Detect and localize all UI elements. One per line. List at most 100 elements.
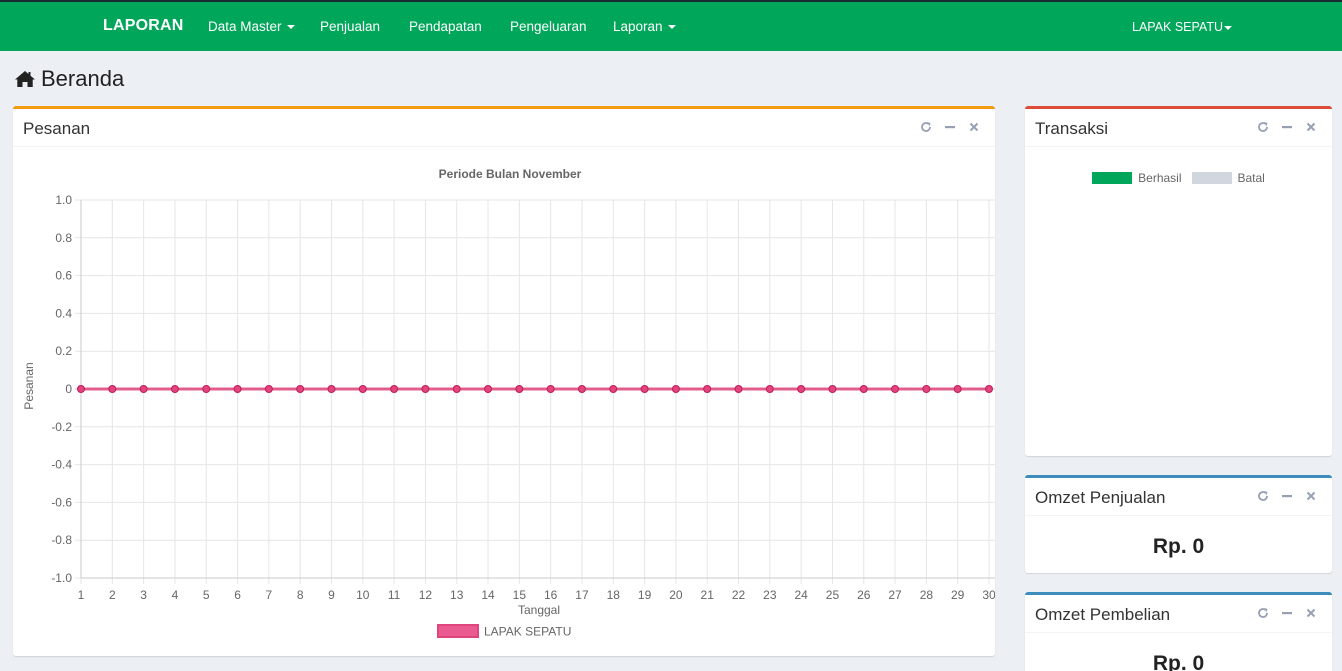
data-point (515, 385, 524, 393)
data-point (765, 385, 774, 393)
pesanan-box-tools (919, 120, 981, 134)
data-point (452, 385, 461, 393)
data-point (358, 385, 367, 393)
brand-logo[interactable]: LAPORAN (103, 17, 184, 35)
legend-item-batal[interactable]: Batal (1191, 171, 1265, 185)
chart-legend: LAPAK SEPATU (437, 624, 571, 639)
nav-laporan[interactable]: Laporan (613, 19, 676, 34)
data-point (139, 385, 148, 393)
x-tick-label: 27 (888, 588, 902, 602)
x-tick-label: 14 (481, 588, 495, 602)
data-point (609, 385, 618, 393)
minimize-button[interactable] (1280, 489, 1294, 503)
data-point (640, 385, 649, 393)
omzet-penjualan-value: Rp. 0 (1152, 535, 1205, 558)
data-point (390, 385, 399, 393)
nav-data-master[interactable]: Data Master (208, 19, 295, 34)
pesanan-box-header: Pesanan (13, 109, 995, 147)
legend-label: LAPAK SEPATU (484, 625, 571, 639)
x-tick-label: 20 (669, 588, 683, 602)
close-button[interactable] (1304, 489, 1318, 503)
minimize-button[interactable] (1280, 120, 1294, 134)
omzet-pembelian-box-header: Omzet Pembelian (1025, 595, 1332, 633)
chevron-down-icon (1224, 25, 1233, 30)
refresh-button[interactable] (1256, 120, 1270, 134)
x-tick-label: 19 (638, 588, 652, 602)
refresh-button[interactable] (1256, 489, 1270, 503)
x-tick-label: 24 (794, 588, 808, 602)
data-point (577, 385, 586, 393)
close-icon (1306, 122, 1316, 132)
y-tick-label: -1.0 (51, 571, 72, 585)
close-icon (969, 122, 979, 132)
legend-swatch (437, 624, 479, 638)
transaksi-box: Transaksi Berhasil Batal (1025, 106, 1332, 456)
data-point (922, 385, 931, 393)
data-point (296, 385, 305, 393)
x-tick-label: 16 (544, 588, 558, 602)
data-point (859, 385, 868, 393)
close-button[interactable] (967, 120, 981, 134)
y-axis-label: Pesanan (22, 362, 36, 409)
legend-swatch-batal (1191, 172, 1232, 184)
omzet-penjualan-box-tools (1256, 489, 1318, 503)
close-button[interactable] (1304, 606, 1318, 620)
refresh-icon (1258, 491, 1268, 501)
x-tick-label: 12 (419, 588, 433, 602)
x-tick-label: 26 (857, 588, 871, 602)
y-tick-label: -0.4 (51, 458, 72, 472)
minimize-button[interactable] (943, 120, 957, 134)
omzet-penjualan-box-title: Omzet Penjualan (1035, 488, 1166, 507)
page-title: Beranda (14, 66, 124, 92)
minimize-button[interactable] (1280, 606, 1294, 620)
data-point (546, 385, 555, 393)
legend-item-berhasil[interactable]: Berhasil (1092, 171, 1182, 185)
page-title-text: Beranda (41, 66, 125, 91)
y-tick-label: -0.8 (51, 533, 72, 547)
x-tick-label: 10 (356, 588, 370, 602)
minimize-icon (1282, 612, 1292, 615)
minimize-icon (1282, 126, 1292, 129)
legend-label-batal: Batal (1237, 171, 1265, 185)
nav-penjualan[interactable]: Penjualan (320, 19, 380, 34)
omzet-pembelian-box: Omzet Pembelian Rp. 0 (1025, 592, 1332, 671)
close-button[interactable] (1304, 120, 1318, 134)
x-tick-label: 4 (172, 588, 179, 602)
refresh-button[interactable] (919, 120, 933, 134)
omzet-pembelian-box-title: Omzet Pembelian (1035, 605, 1171, 624)
data-point (77, 385, 85, 393)
y-tick-label: 0.4 (55, 306, 72, 320)
nav-pengeluaran[interactable]: Pengeluaran (510, 19, 587, 34)
user-menu[interactable]: LAPAK SEPATU (1132, 20, 1233, 34)
y-tick-label: 1.0 (55, 193, 72, 207)
x-tick-label: 6 (234, 588, 241, 602)
nav-data-master-label: Data Master (208, 19, 282, 34)
data-point (202, 385, 211, 393)
data-point (797, 385, 806, 393)
legend-swatch-berhasil (1092, 172, 1133, 184)
data-point (233, 385, 242, 393)
x-tick-label: 29 (951, 588, 965, 602)
x-tick-label: 8 (297, 588, 304, 602)
x-tick-label: 28 (920, 588, 934, 602)
data-point (421, 385, 430, 393)
close-icon (1306, 608, 1316, 618)
y-tick-label: -0.2 (51, 420, 72, 434)
omzet-pembelian-box-tools (1256, 606, 1318, 620)
refresh-icon (1258, 122, 1268, 132)
nav-penjualan-label: Penjualan (320, 19, 381, 34)
x-tick-label: 30 (982, 588, 995, 602)
x-tick-label: 1 (78, 588, 85, 602)
x-tick-label: 7 (266, 588, 273, 602)
refresh-icon (1258, 608, 1268, 618)
x-tick-label: 22 (732, 588, 746, 602)
minimize-icon (945, 126, 955, 129)
x-tick-label: 23 (763, 588, 777, 602)
data-point (734, 385, 743, 393)
data-point (891, 385, 900, 393)
transaksi-box-header: Transaksi (1025, 109, 1332, 147)
y-tick-label: -0.6 (51, 495, 72, 509)
refresh-button[interactable] (1256, 606, 1270, 620)
y-tick-label: 0.8 (55, 231, 72, 245)
nav-pendapatan[interactable]: Pendapatan (409, 19, 482, 34)
